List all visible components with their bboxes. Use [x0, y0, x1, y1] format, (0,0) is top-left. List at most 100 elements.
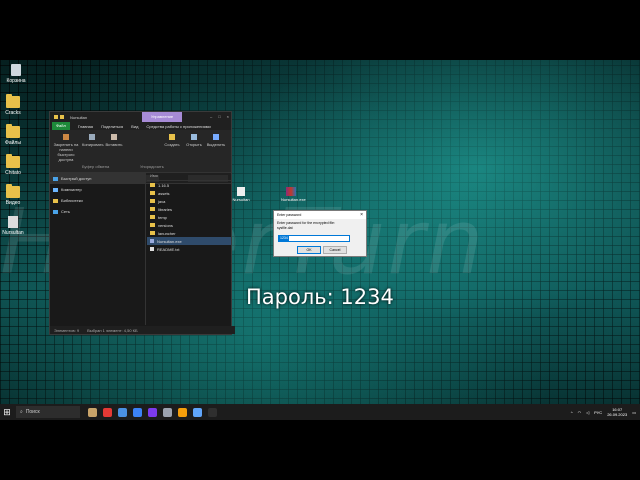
list-item[interactable]: 1.16.5 [147, 181, 231, 189]
taskbar-app-icon[interactable] [88, 407, 97, 417]
minimize-icon[interactable]: – [210, 112, 212, 122]
select-button[interactable]: Выделить [206, 134, 226, 147]
nav-item-libraries[interactable]: Библиотеки [50, 195, 145, 206]
status-bar: Элементов: 9 Выбран 1 элемент: 4,50 КБ [50, 326, 235, 334]
pin-icon [63, 134, 69, 140]
desktop-icon-recycle-bin[interactable]: Корзина [3, 64, 29, 84]
password-value: 1234 [279, 236, 289, 241]
star-icon [53, 176, 58, 181]
paste-button[interactable]: Вставить [104, 134, 124, 147]
taskbar-app-icon[interactable] [148, 407, 157, 417]
ribbon-group-clipboard: Буфер обмена [82, 164, 110, 169]
notifications-icon[interactable]: ▭ [632, 410, 636, 415]
folder-icon [150, 199, 155, 203]
windows-start-icon[interactable]: ⊞ [0, 404, 14, 420]
chevron-up-icon[interactable]: ^ [571, 410, 573, 415]
close-icon[interactable]: × [227, 112, 229, 122]
window-title: Nursultan [70, 114, 88, 120]
taskbar-app-icon[interactable] [163, 407, 172, 417]
nav-item-computer[interactable]: Компьютер [50, 184, 145, 195]
password-overlay-text: Пароль: 1234 [246, 285, 394, 309]
tab-home[interactable]: Главная [78, 124, 93, 129]
copy-icon [89, 134, 95, 140]
column-header-name[interactable]: Имя [147, 173, 231, 181]
desktop-icon-chitato[interactable]: Chitato [0, 154, 26, 176]
text-file-icon [150, 247, 154, 251]
tab-manage[interactable]: Управление [142, 112, 182, 122]
list-item[interactable]: libraries [147, 205, 231, 213]
open-icon [191, 134, 197, 140]
computer-icon [53, 187, 58, 192]
create-button[interactable]: Создать [162, 134, 182, 147]
dialog-titlebar[interactable]: Enter password × [274, 211, 366, 219]
maximize-icon[interactable]: □ [218, 112, 220, 122]
tab-file[interactable]: Файл [52, 122, 70, 130]
nav-item-network[interactable]: Сеть [50, 206, 145, 217]
desktop-icon-cracks[interactable]: Cracks [0, 94, 26, 116]
taskbar-app-icon[interactable] [118, 407, 127, 417]
folder-icon [6, 184, 20, 198]
desktop-icon-nursultan[interactable]: Nursultan [0, 216, 26, 236]
folder-icon [6, 94, 20, 108]
ribbon-tabs: Файл Главная Поделиться Вид Средства раб… [50, 122, 231, 130]
dialog-message: Enter password for the encrypted file: s… [274, 219, 366, 230]
taskbar-app-icon[interactable] [208, 407, 217, 417]
exe-file-icon [150, 239, 154, 243]
nav-item-quick-access[interactable]: Быстрый доступ [50, 173, 145, 184]
network-icon [53, 209, 58, 214]
list-item[interactable]: README.txt [147, 245, 231, 253]
ok-button[interactable]: OK [297, 246, 321, 254]
paste-icon [111, 134, 117, 140]
file-list: Имя 1.16.5 assets java libraries temp ve… [147, 173, 231, 325]
network-icon[interactable]: ◠ [578, 410, 582, 415]
folder-icon [150, 215, 155, 219]
archive-icon [286, 187, 296, 196]
folder-icon [150, 207, 155, 211]
open-button[interactable]: Открыть [184, 134, 204, 147]
system-tray: ^ ◠ ◁ РУС 16:07 26.09.2023 ▭ [571, 407, 640, 417]
taskbar-app-icon[interactable] [178, 407, 187, 417]
clock-date: 26.09.2023 [607, 412, 628, 417]
desktop-icon-video[interactable]: Видео [0, 184, 26, 206]
list-item[interactable]: lanuncher [147, 229, 231, 237]
close-icon[interactable]: × [360, 212, 363, 218]
password-dialog: Enter password × Enter password for the … [273, 210, 367, 257]
desktop-icon-nursultan-file[interactable]: Nursultan [231, 187, 251, 202]
explorer-window: Nursultan Управление – □ × Файл Главная … [49, 111, 235, 335]
copy-button[interactable]: Копировать [82, 134, 104, 147]
explorer-titlebar[interactable]: Nursultan [50, 112, 231, 122]
list-item[interactable]: assets [147, 189, 231, 197]
taskbar-app-icon[interactable] [133, 407, 142, 417]
password-input[interactable]: 1234 [278, 235, 350, 242]
tab-view[interactable]: Вид [131, 124, 138, 129]
desktop: HyperTurn Корзина Cracks Файлы Chitato В… [0, 0, 640, 480]
desktop-icon-files[interactable]: Файлы [0, 124, 26, 146]
tab-share[interactable]: Поделиться [101, 124, 123, 129]
list-item-selected[interactable]: Nursultan.exe [147, 237, 231, 245]
language-indicator[interactable]: РУС [594, 410, 602, 415]
app-icon [8, 216, 18, 228]
list-item[interactable]: java [147, 197, 231, 205]
cancel-button[interactable]: Cancel [323, 246, 347, 254]
ribbon: Закрепить на панели быстрого доступа Коп… [50, 130, 231, 173]
recycle-bin-icon [11, 64, 21, 76]
taskbar-app-icon[interactable] [193, 407, 202, 417]
new-folder-icon [169, 134, 175, 140]
folder-icon [150, 183, 155, 187]
letterbox-bottom [0, 420, 640, 480]
select-icon [213, 134, 219, 140]
volume-icon[interactable]: ◁ [586, 410, 589, 415]
taskbar-search[interactable]: ⌕ Поиск [16, 406, 80, 418]
pin-quick-access-button[interactable]: Закрепить на панели быстрого доступа [52, 134, 80, 162]
desktop-icon-nursultan-archive[interactable]: Nursultan.exe [281, 187, 306, 202]
clock[interactable]: 16:07 26.09.2023 [607, 407, 627, 417]
file-icon [237, 187, 245, 196]
taskbar-app-icon[interactable] [103, 407, 112, 417]
tab-app-tools[interactable]: Средства работы с приложениями [146, 124, 210, 129]
status-selection: Выбран 1 элемент: 4,50 КБ [87, 327, 138, 333]
search-placeholder: Поиск [25, 409, 40, 415]
ribbon-group-organize: Упорядочить [140, 164, 164, 169]
list-item[interactable]: temp [147, 213, 231, 221]
window-controls: – □ × [210, 112, 229, 122]
list-item[interactable]: versions [147, 221, 231, 229]
